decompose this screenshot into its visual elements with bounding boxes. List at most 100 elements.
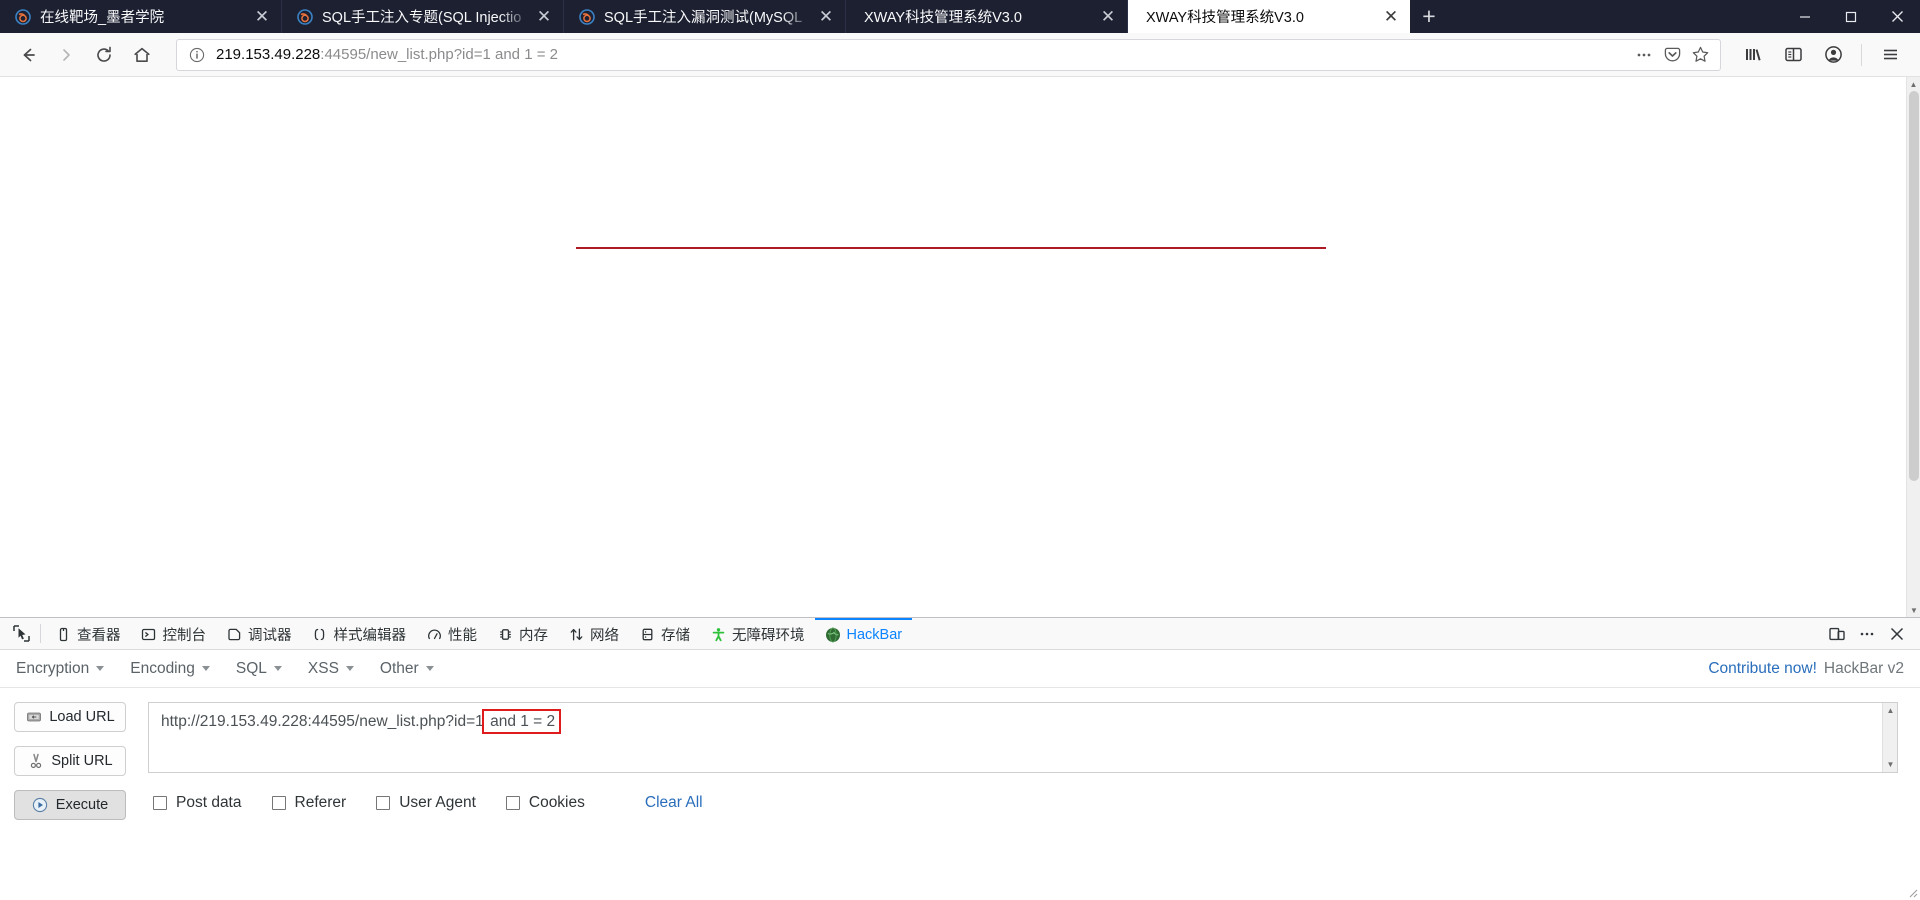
reload-icon[interactable] xyxy=(86,38,122,71)
hackbar-menu-encryption[interactable]: Encryption xyxy=(16,660,105,678)
hackbar-menu-xss[interactable]: XSS xyxy=(308,660,354,678)
sidebar-icon[interactable] xyxy=(1775,38,1811,71)
browser-tab-2[interactable]: SQL手工注入专题(SQL Injectio ✕ xyxy=(282,0,564,33)
checkbox-cookies[interactable]: Cookies xyxy=(505,794,585,812)
performance-icon xyxy=(426,627,442,643)
responsive-design-mode-icon[interactable] xyxy=(1822,621,1852,647)
devtools-tab-storage[interactable]: 存储 xyxy=(629,618,700,649)
checkbox-label: User Agent xyxy=(399,794,476,811)
scroll-down-arrow[interactable]: ▼ xyxy=(1883,757,1898,772)
browser-tab-title: XWAY科技管理系统V3.0 xyxy=(864,10,1022,26)
devtools-tab-debugger[interactable]: 调试器 xyxy=(216,618,302,649)
toolbar-divider xyxy=(1861,43,1862,66)
devtools-tab-label: 查看器 xyxy=(77,628,121,644)
library-icon[interactable] xyxy=(1735,38,1771,71)
browser-navigation-toolbar: 219.153.49.228:44595/new_list.php?id=1 a… xyxy=(0,33,1920,77)
browser-tab-title: XWAY科技管理系统V3.0 xyxy=(1146,10,1304,26)
checkbox-box[interactable] xyxy=(376,796,391,810)
home-icon[interactable] xyxy=(124,38,160,71)
more-options-icon[interactable] xyxy=(1852,621,1882,647)
pocket-icon[interactable] xyxy=(1658,41,1686,69)
hackbar-menu-sql[interactable]: SQL xyxy=(236,660,282,678)
hackbar-button-label: Load URL xyxy=(49,709,115,725)
scroll-up-arrow[interactable]: ▲ xyxy=(1883,703,1898,718)
storage-icon xyxy=(639,627,655,643)
firefox-icon xyxy=(578,8,595,25)
back-arrow-icon[interactable] xyxy=(10,38,46,71)
info-circle-icon[interactable] xyxy=(187,47,207,63)
bookmark-star-icon[interactable] xyxy=(1686,41,1714,69)
network-icon xyxy=(568,627,584,643)
hackbar-menu-encoding[interactable]: Encoding xyxy=(130,660,210,678)
hackbar-contribute-link[interactable]: Contribute now! xyxy=(1708,660,1817,678)
checkbox-box[interactable] xyxy=(271,796,286,810)
checkbox-box[interactable] xyxy=(505,796,520,810)
checkbox-user-agent[interactable]: User Agent xyxy=(376,794,476,812)
hackbar-button-label: Execute xyxy=(55,797,109,813)
hackbar-url-area: http://219.153.49.228:44595/new_list.php… xyxy=(130,702,1898,834)
devtools-tab-label: 无障碍环境 xyxy=(732,628,805,644)
devtools-tab-label: 存储 xyxy=(661,628,690,644)
checkbox-label: Post data xyxy=(176,794,242,811)
browser-tab-4[interactable]: XWAY科技管理系统V3.0 ✕ xyxy=(846,0,1128,33)
firefox-icon xyxy=(14,8,31,25)
devtools-tab-console[interactable]: 控制台 xyxy=(131,618,217,649)
tab-close-icon[interactable]: ✕ xyxy=(813,4,839,30)
clear-all-link[interactable]: Clear All xyxy=(645,794,703,812)
chevron-down-icon xyxy=(201,666,210,671)
close-devtools-icon[interactable] xyxy=(1882,621,1912,647)
browser-tab-1[interactable]: 在线靶场_墨者学院 ✕ xyxy=(0,0,282,33)
resize-grip-icon[interactable] xyxy=(1906,886,1918,898)
debugger-icon xyxy=(226,627,242,643)
split-url-button[interactable]: Split URL xyxy=(14,746,126,776)
hackbar-url-textarea[interactable]: http://219.153.49.228:44595/new_list.php… xyxy=(149,703,1882,772)
checkbox-box[interactable] xyxy=(153,796,167,810)
window-minimize-button[interactable] xyxy=(1782,0,1828,33)
hackbar-textarea-scrollbar[interactable]: ▲ ▼ xyxy=(1882,703,1897,772)
accessibility-icon xyxy=(710,627,726,643)
devtools-tab-memory[interactable]: 内存 xyxy=(487,618,558,649)
hackbar-payload-highlight: and 1 = 2 xyxy=(481,709,562,734)
page-vertical-scrollbar[interactable]: ▲ ▼ xyxy=(1906,77,1920,617)
new-tab-button[interactable]: + xyxy=(1410,0,1448,33)
hackbar-globe-icon xyxy=(825,627,841,643)
devtools-tab-network[interactable]: 网络 xyxy=(558,618,629,649)
devtools-tab-inspector[interactable]: 查看器 xyxy=(45,618,131,649)
window-maximize-button[interactable] xyxy=(1828,0,1874,33)
style-editor-icon xyxy=(312,627,328,643)
tab-close-icon[interactable]: ✕ xyxy=(531,4,557,30)
window-close-button[interactable] xyxy=(1874,0,1920,33)
page-actions-ellipsis-icon[interactable] xyxy=(1630,41,1658,69)
devtools-tab-style-editor[interactable]: 样式编辑器 xyxy=(302,618,417,649)
browser-tab-5-active[interactable]: XWAY科技管理系统V3.0 ✕ xyxy=(1128,0,1410,33)
hackbar-menu-other[interactable]: Other xyxy=(380,660,434,678)
tab-close-icon[interactable]: ✕ xyxy=(1378,4,1404,30)
hamburger-menu-icon[interactable] xyxy=(1872,38,1908,71)
forward-arrow-icon[interactable] xyxy=(48,38,84,71)
hackbar-button-label: Split URL xyxy=(51,753,113,769)
load-url-button[interactable]: Load URL xyxy=(14,702,126,732)
url-address-bar[interactable]: 219.153.49.228:44595/new_list.php?id=1 a… xyxy=(176,38,1721,71)
devtools-tab-accessibility[interactable]: 无障碍环境 xyxy=(700,618,815,649)
browser-tab-strip: 在线靶场_墨者学院 ✕ SQL手工注入专题(SQL Injectio ✕ SQL… xyxy=(0,0,1920,33)
checkbox-referer[interactable]: Referer xyxy=(271,794,346,812)
tab-close-icon[interactable]: ✕ xyxy=(1095,4,1121,30)
scroll-down-arrow[interactable]: ▼ xyxy=(1907,603,1920,617)
element-picker-icon[interactable] xyxy=(4,618,38,649)
scroll-up-arrow[interactable]: ▲ xyxy=(1907,77,1920,91)
devtools-tab-hackbar[interactable]: HackBar xyxy=(814,618,913,649)
load-url-icon xyxy=(25,709,42,726)
tab-close-icon[interactable]: ✕ xyxy=(249,4,275,30)
devtools-tab-label: 调试器 xyxy=(248,628,292,644)
checkbox-post-data[interactable]: Post data xyxy=(153,794,242,812)
developer-tools-panel: 查看器 控制台 调试器 样式编辑器 性能 内存 网络 存储 无障碍环境 Hack… xyxy=(0,617,1920,900)
browser-tab-3[interactable]: SQL手工注入漏洞测试(MySQL ✕ xyxy=(564,0,846,33)
scrollbar-thumb[interactable] xyxy=(1909,91,1919,481)
url-host: 219.153.49.228 xyxy=(216,46,321,63)
execute-button[interactable]: Execute xyxy=(14,790,126,820)
hackbar-url-textarea-wrapper[interactable]: http://219.153.49.228:44595/new_list.php… xyxy=(148,702,1898,773)
chevron-down-icon xyxy=(345,666,354,671)
devtools-tab-performance[interactable]: 性能 xyxy=(416,618,487,649)
devtools-tab-label: 网络 xyxy=(590,628,619,644)
account-icon[interactable] xyxy=(1815,38,1851,71)
